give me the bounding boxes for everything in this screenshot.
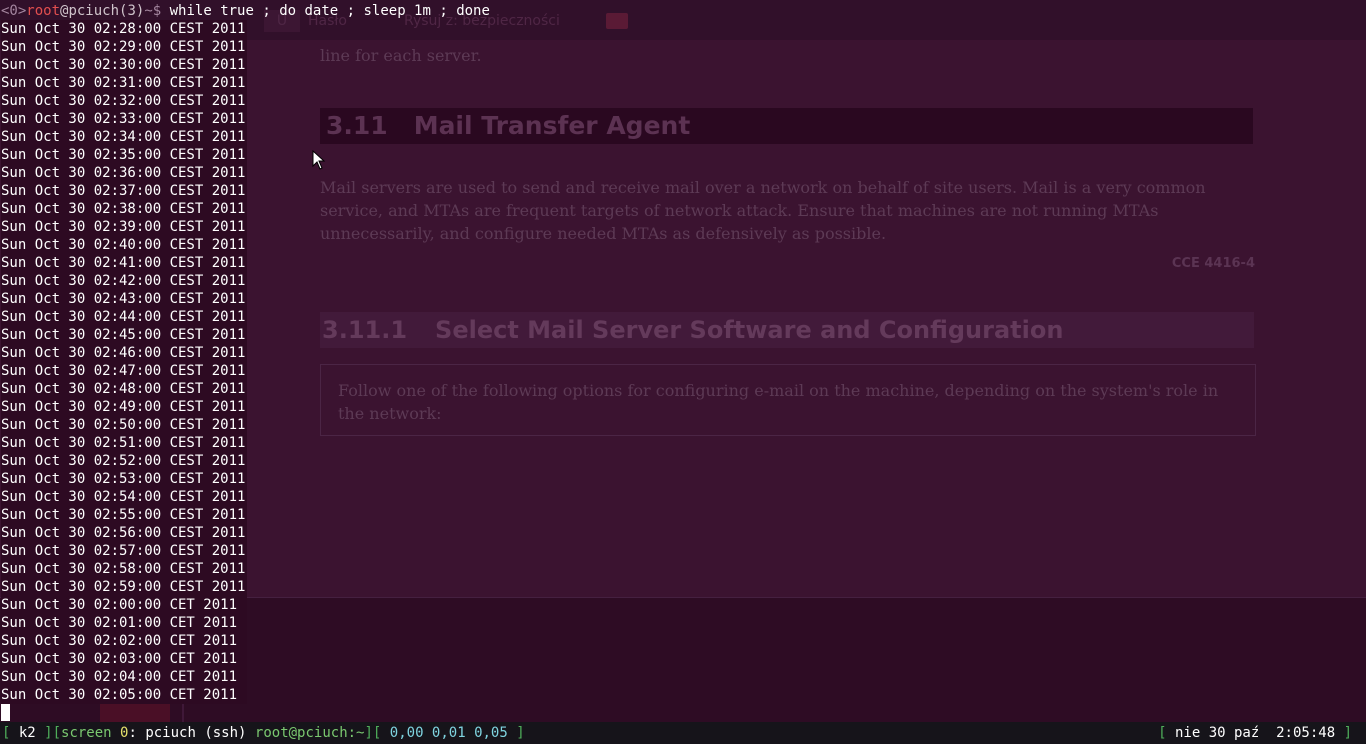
- terminal-output-line: Sun Oct 30 02:29:00 CEST 2011: [1, 38, 248, 56]
- terminal-output-line: Sun Oct 30 02:02:00 CET 2011: [1, 632, 248, 650]
- terminal-output-line: Sun Oct 30 02:34:00 CEST 2011: [1, 128, 248, 146]
- status-bracket: ]: [516, 725, 525, 741]
- terminal-output-line: Sun Oct 30 02:43:00 CEST 2011: [1, 290, 248, 308]
- terminal-output-line: Sun Oct 30 02:37:00 CEST 2011: [1, 182, 248, 200]
- shell-command: while true ; do date ; sleep 1m ; done: [161, 3, 490, 19]
- text-cursor: [1, 704, 10, 721]
- status-load-average: 0,00 0,01 0,05: [381, 725, 517, 741]
- status-left: [ k2 ][screen 0: pciuch (ssh) root@pciuc…: [2, 722, 525, 744]
- terminal-output-line: Sun Oct 30 02:39:00 CEST 2011: [1, 218, 248, 236]
- status-host: k2: [10, 725, 45, 741]
- status-bracket: ][: [364, 725, 382, 741]
- terminal-output-line: Sun Oct 30 02:04:00 CET 2011: [1, 668, 248, 686]
- terminal-output-line: Sun Oct 30 02:47:00 CEST 2011: [1, 362, 248, 380]
- terminal-output: Sun Oct 30 02:28:00 CEST 2011 Sun Oct 30 …: [1, 20, 248, 704]
- status-bracket: [: [1158, 725, 1167, 741]
- terminal-output-line: Sun Oct 30 02:52:00 CEST 2011: [1, 452, 248, 470]
- terminal-output-line: Sun Oct 30 02:59:00 CEST 2011: [1, 578, 248, 596]
- terminal-output-line: Sun Oct 30 02:36:00 CEST 2011: [1, 164, 248, 182]
- prompt-path: ~$: [144, 3, 162, 19]
- screen-status-bar: [ k2 ][screen 0: pciuch (ssh) root@pciuc…: [0, 722, 1366, 744]
- status-user-path: root@pciuch:~: [246, 725, 365, 741]
- mouse-pointer-icon: [312, 150, 326, 170]
- status-bracket: ]: [1343, 725, 1352, 741]
- status-bracket: ][: [44, 725, 62, 741]
- terminal-output-line: Sun Oct 30 02:40:00 CEST 2011: [1, 236, 248, 254]
- terminal-output-line: Sun Oct 30 02:56:00 CEST 2011: [1, 524, 248, 542]
- terminal-output-line: Sun Oct 30 02:32:00 CEST 2011: [1, 92, 248, 110]
- terminal-output-line: Sun Oct 30 02:44:00 CEST 2011: [1, 308, 248, 326]
- prompt-window-num: (3): [119, 3, 145, 19]
- terminal-output-line: Sun Oct 30 02:42:00 CEST 2011: [1, 272, 248, 290]
- terminal-output-line: Sun Oct 30 02:51:00 CEST 2011: [1, 434, 248, 452]
- terminal-output-line: Sun Oct 30 02:05:00 CET 2011: [1, 686, 248, 704]
- terminal-output-line: Sun Oct 30 02:30:00 CEST 2011: [1, 56, 248, 74]
- prompt-host: @pciuch: [60, 3, 120, 19]
- shell-prompt: <0>root@pciuch(3)~$ while true ; do date…: [1, 2, 490, 20]
- terminal[interactable]: <0>root@pciuch(3)~$ while true ; do date…: [0, 0, 1366, 722]
- prompt-badge: <0>: [1, 3, 27, 19]
- terminal-output-line: Sun Oct 30 02:31:00 CEST 2011: [1, 74, 248, 92]
- terminal-output-line: Sun Oct 30 02:38:00 CEST 2011: [1, 200, 248, 218]
- terminal-output-line: Sun Oct 30 02:45:00 CEST 2011: [1, 326, 248, 344]
- terminal-output-line: Sun Oct 30 02:46:00 CEST 2011: [1, 344, 248, 362]
- prompt-user: root: [26, 3, 61, 19]
- terminal-output-line: Sun Oct 30 02:48:00 CEST 2011: [1, 380, 248, 398]
- terminal-output-line: Sun Oct 30 02:28:00 CEST 2011: [1, 20, 248, 38]
- terminal-output-line: Sun Oct 30 02:50:00 CEST 2011: [1, 416, 248, 434]
- terminal-output-line: Sun Oct 30 02:00:00 CET 2011: [1, 596, 248, 614]
- terminal-output-line: Sun Oct 30 02:58:00 CEST 2011: [1, 560, 248, 578]
- terminal-output-line: Sun Oct 30 02:35:00 CEST 2011: [1, 146, 248, 164]
- status-screen-label: screen: [61, 725, 121, 741]
- status-right: [ nie 30 paź 2:05:48 ]: [1158, 722, 1352, 744]
- terminal-output-line: Sun Oct 30 02:41:00 CEST 2011: [1, 254, 248, 272]
- terminal-output-line: Sun Oct 30 02:54:00 CEST 2011: [1, 488, 248, 506]
- terminal-output-line: Sun Oct 30 02:01:00 CET 2011: [1, 614, 248, 632]
- terminal-output-line: Sun Oct 30 02:53:00 CEST 2011: [1, 470, 248, 488]
- terminal-output-line: Sun Oct 30 02:55:00 CEST 2011: [1, 506, 248, 524]
- status-clock: nie 30 paź 2:05:48: [1166, 725, 1344, 741]
- terminal-output-line: Sun Oct 30 02:49:00 CEST 2011: [1, 398, 248, 416]
- terminal-output-line: Sun Oct 30 02:03:00 CET 2011: [1, 650, 248, 668]
- terminal-output-line: Sun Oct 30 02:57:00 CEST 2011: [1, 542, 248, 560]
- status-screen-name[interactable]: : pciuch (ssh): [128, 725, 246, 741]
- terminal-output-line: Sun Oct 30 02:33:00 CEST 2011: [1, 110, 248, 128]
